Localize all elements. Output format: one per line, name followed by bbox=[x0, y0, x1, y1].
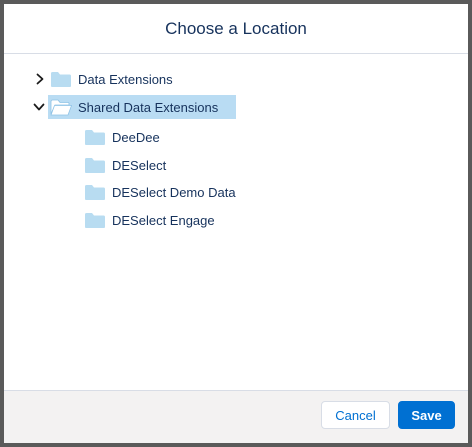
folder-icon bbox=[85, 212, 105, 228]
tree-item-label: DeeDee bbox=[112, 129, 160, 145]
tree-item-data-extensions[interactable]: Data Extensions bbox=[50, 67, 173, 91]
chevron-down-icon[interactable] bbox=[33, 101, 45, 113]
tree-item-deselect-engage[interactable]: DESelect Engage bbox=[84, 208, 215, 232]
folder-icon bbox=[51, 71, 71, 87]
folder-icon bbox=[85, 157, 105, 173]
tree-item-label: DESelect Demo Data bbox=[112, 184, 236, 200]
chevron-right-icon[interactable] bbox=[34, 73, 46, 85]
folder-icon bbox=[85, 129, 105, 145]
modal-footer: Cancel Save bbox=[4, 390, 468, 443]
tree-item-label: Shared Data Extensions bbox=[78, 99, 219, 115]
folder-icon bbox=[85, 184, 105, 200]
tree-item-deedee[interactable]: DeeDee bbox=[84, 125, 160, 149]
tree-item-label: Data Extensions bbox=[78, 71, 173, 87]
save-button[interactable]: Save bbox=[398, 401, 455, 429]
tree-item-label: DESelect Engage bbox=[112, 212, 215, 228]
choose-location-modal: Choose a Location Data Extensions Shared… bbox=[0, 0, 472, 447]
folder-tree: Data Extensions Shared Data Extensions D… bbox=[4, 54, 468, 390]
tree-item-deselect-demo-data[interactable]: DESelect Demo Data bbox=[84, 180, 236, 204]
cancel-button[interactable]: Cancel bbox=[321, 401, 390, 429]
folder-open-icon bbox=[50, 99, 72, 115]
tree-item-shared-data-extensions[interactable]: Shared Data Extensions bbox=[50, 95, 218, 119]
tree-item-deselect[interactable]: DESelect bbox=[84, 153, 166, 177]
modal-title: Choose a Location bbox=[165, 18, 307, 38]
tree-item-label: DESelect bbox=[112, 157, 167, 173]
modal-header: Choose a Location bbox=[4, 4, 468, 54]
